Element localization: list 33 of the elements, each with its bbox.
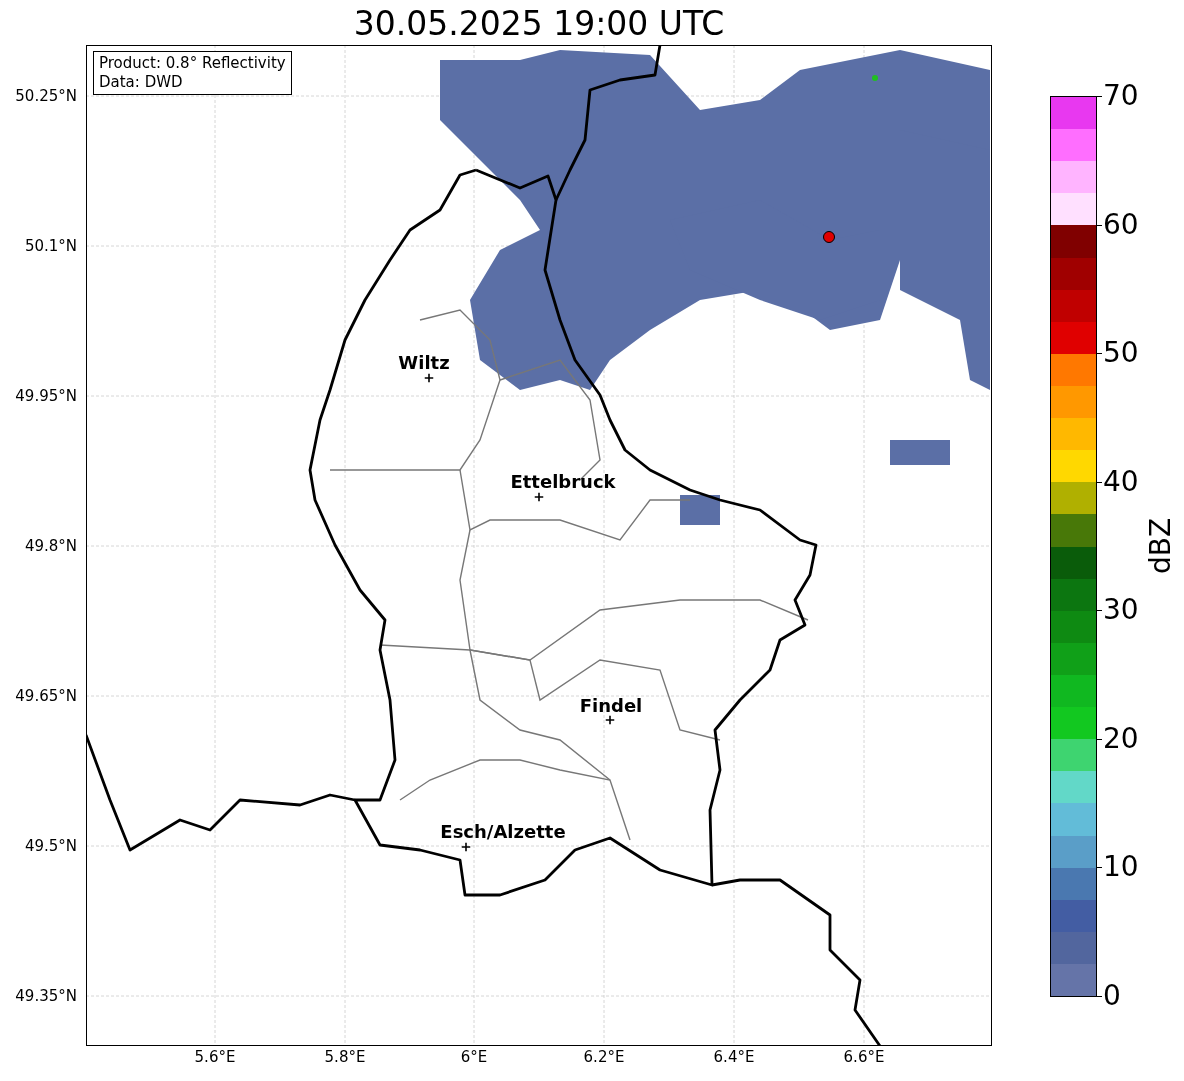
colorbar-tick-label: 20 bbox=[1103, 723, 1139, 754]
colorbar-title: dBZ bbox=[1143, 517, 1177, 575]
longitude-label: 5.8°E bbox=[324, 1048, 366, 1066]
city-marker-icon bbox=[424, 373, 434, 383]
latitude-label: 50.25°N bbox=[15, 87, 77, 105]
city-marker-icon bbox=[605, 715, 615, 725]
city-label: Ettelbruck bbox=[510, 470, 616, 492]
info-text: Data: DWD bbox=[99, 73, 184, 92]
city-label: Findel bbox=[579, 694, 643, 716]
longitude-label: 6.6°E bbox=[843, 1048, 885, 1066]
colorbar-tick-label: 30 bbox=[1103, 595, 1139, 626]
colorbar-tick-label: 60 bbox=[1103, 209, 1139, 240]
longitude-label: 6.2°E bbox=[583, 1048, 625, 1066]
latitude-label: 49.95°N bbox=[15, 387, 77, 405]
longitude-label: 6.4°E bbox=[713, 1048, 755, 1066]
longitude-label: 5.6°E bbox=[194, 1048, 236, 1066]
city-label: Esch/Alzette bbox=[440, 820, 566, 842]
colorbar-tick-label: 50 bbox=[1103, 338, 1139, 369]
longitude-label: 6°E bbox=[460, 1048, 488, 1066]
colorbar-tick-label: 70 bbox=[1103, 81, 1139, 111]
chart-title: 30.05.2025 19:00 UTC bbox=[352, 4, 726, 44]
latitude-label: 49.35°N bbox=[15, 987, 77, 1005]
colorbar-tick-label: 10 bbox=[1103, 852, 1139, 883]
latitude-label: 49.65°N bbox=[15, 687, 77, 705]
colorbar-tick-label: 40 bbox=[1103, 466, 1139, 497]
city-marker-icon bbox=[461, 842, 471, 852]
latitude-label: 50.1°N bbox=[24, 237, 77, 255]
colorbar-tick-label: 0 bbox=[1103, 981, 1121, 1011]
info-text: Product: 0.8° Reflectivity bbox=[99, 54, 286, 73]
latitude-label: 49.5°N bbox=[24, 837, 77, 855]
latitude-label: 49.8°N bbox=[24, 537, 77, 555]
city-marker-icon bbox=[534, 492, 544, 502]
city-label: Wiltz bbox=[398, 351, 450, 373]
